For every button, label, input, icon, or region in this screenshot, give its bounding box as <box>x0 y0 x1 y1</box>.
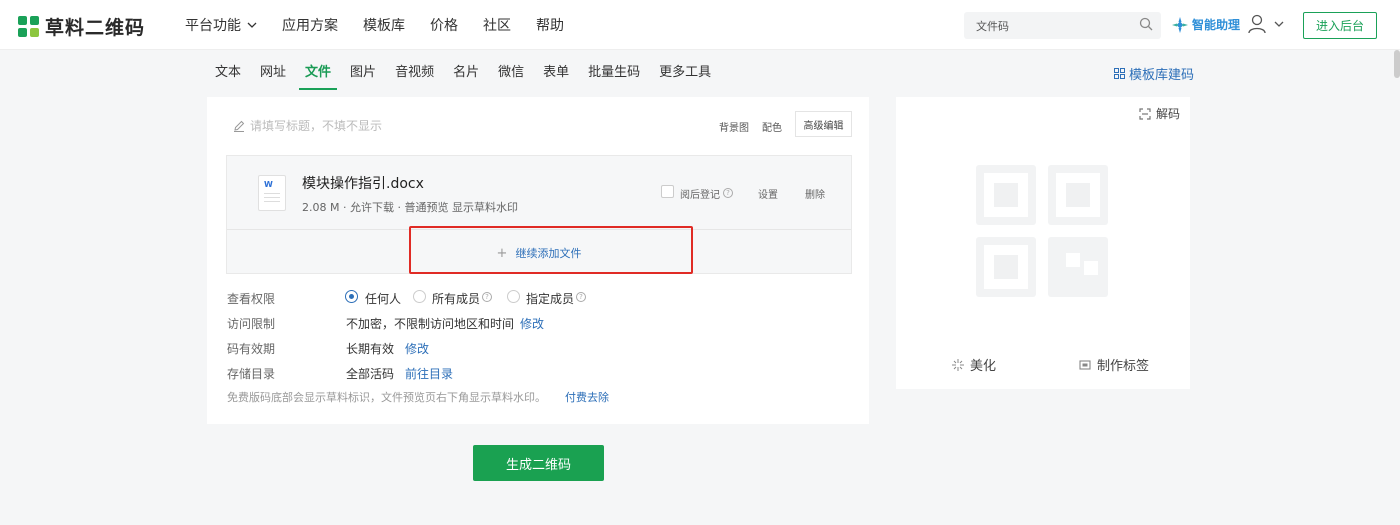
nav-item-platform[interactable]: 平台功能 <box>185 15 257 35</box>
file-item: W 模块操作指引.docx 2.08 M · 允许下载 · 普通预览 显示草料水… <box>227 156 851 230</box>
pay-remove-link[interactable]: 付费去除 <box>565 389 609 405</box>
add-file-button[interactable]: + 继续添加文件 <box>227 231 851 275</box>
access-limit-value: 不加密，不限制访问地区和时间 <box>346 317 515 331</box>
validity-edit-link[interactable]: 修改 <box>405 340 429 357</box>
scrollbar-thumb[interactable] <box>1394 50 1400 78</box>
nav-item-pricing[interactable]: 价格 <box>430 15 458 35</box>
code-type-tabs: 文本 网址 文件 图片 音视频 名片 微信 表单 批量生码 更多工具 <box>215 62 730 90</box>
permission-label: 查看权限 <box>227 292 276 306</box>
tab-url[interactable]: 网址 <box>260 62 286 90</box>
access-limit-label: 访问限制 <box>227 317 276 331</box>
validity-value: 长期有效 <box>346 342 395 356</box>
template-create-link[interactable]: 模板库建码 <box>1114 64 1194 83</box>
read-register-checkbox[interactable] <box>661 185 674 198</box>
logo[interactable]: 草料二维码 <box>18 13 145 40</box>
file-delete-button[interactable]: 删除 <box>805 186 825 201</box>
scan-icon <box>1139 107 1151 120</box>
tab-audio-video[interactable]: 音视频 <box>395 62 434 90</box>
radio-all-members[interactable] <box>413 290 426 303</box>
main-nav: 平台功能 应用方案 模板库 价格 社区 帮助 <box>185 0 589 50</box>
storage-goto-link[interactable]: 前往目录 <box>405 365 453 382</box>
search-icon[interactable] <box>1139 17 1153 31</box>
generate-qr-button[interactable]: 生成二维码 <box>473 445 604 481</box>
advanced-edit-button[interactable]: 高级编辑 <box>795 111 852 137</box>
enter-dashboard-button[interactable]: 进入后台 <box>1303 12 1377 39</box>
tab-text[interactable]: 文本 <box>215 62 241 90</box>
tab-wechat[interactable]: 微信 <box>498 62 524 90</box>
read-register-label: 阅后登记 <box>680 190 720 201</box>
beautify-button[interactable]: 美化 <box>952 355 996 374</box>
storage-value: 全部活码 <box>346 367 395 381</box>
plus-icon: + <box>496 245 508 261</box>
file-name: 模块操作指引.docx <box>302 176 424 192</box>
file-settings-button[interactable]: 设置 <box>758 186 778 201</box>
file-list: W 模块操作指引.docx 2.08 M · 允许下载 · 普通预览 显示草料水… <box>226 155 852 274</box>
title-placeholder: 请填写标题，不填不显示 <box>250 119 383 133</box>
word-document-icon: W <box>258 175 286 211</box>
user-icon <box>1248 14 1266 34</box>
tab-more-tools[interactable]: 更多工具 <box>659 62 711 90</box>
nav-item-solutions[interactable]: 应用方案 <box>282 15 338 35</box>
free-version-notice: 免费版码底部会显示草料标识，文件预览页右下角显示草料水印。 <box>227 391 546 404</box>
tab-business-card[interactable]: 名片 <box>453 62 479 90</box>
background-image-button[interactable]: 背景图 <box>719 119 749 134</box>
color-scheme-button[interactable]: 配色 <box>762 119 782 134</box>
radio-anyone-label: 任何人 <box>365 292 402 306</box>
pencil-icon <box>234 120 245 132</box>
nav-item-help[interactable]: 帮助 <box>536 15 564 35</box>
help-icon[interactable]: ? <box>723 188 733 198</box>
chevron-down-icon <box>1274 21 1284 27</box>
top-navbar: 草料二维码 平台功能 应用方案 模板库 价格 社区 帮助 智能助理 进入后台 <box>0 0 1400 50</box>
make-label-button[interactable]: 制作标签 <box>1079 355 1149 374</box>
user-menu[interactable] <box>1248 14 1284 34</box>
nav-item-community[interactable]: 社区 <box>483 15 511 35</box>
storage-label: 存储目录 <box>227 367 276 381</box>
assistant-icon <box>1172 16 1188 33</box>
search-input[interactable] <box>964 12 1161 39</box>
radio-specific-members[interactable] <box>507 290 520 303</box>
smart-assistant-button[interactable]: 智能助理 <box>1172 16 1240 33</box>
qr-code-placeholder <box>976 165 1108 297</box>
validity-label: 码有效期 <box>227 342 276 356</box>
help-icon[interactable]: ? <box>576 292 586 302</box>
nav-item-templates[interactable]: 模板库 <box>363 15 405 35</box>
title-input[interactable]: 请填写标题，不填不显示 <box>233 117 382 134</box>
tab-file[interactable]: 文件 <box>299 62 338 90</box>
chevron-down-icon <box>247 22 257 28</box>
tab-form[interactable]: 表单 <box>543 62 569 90</box>
label-icon <box>1079 359 1091 370</box>
radio-specific-members-label: 指定成员 <box>526 292 575 306</box>
editor-card: 请填写标题，不填不显示 背景图 配色 高级编辑 W 模块操作指引.docx 2.… <box>207 97 869 424</box>
assistant-label: 智能助理 <box>1192 18 1241 32</box>
brand-name: 草料二维码 <box>45 17 146 39</box>
access-limit-edit-link[interactable]: 修改 <box>520 315 544 332</box>
radio-anyone[interactable] <box>345 290 358 303</box>
decode-button[interactable]: 解码 <box>1139 105 1180 122</box>
radio-all-members-label: 所有成员 <box>432 292 481 306</box>
tab-batch[interactable]: 批量生码 <box>588 62 640 90</box>
file-meta: 2.08 M · 允许下载 · 普通预览 显示草料水印 <box>302 201 518 214</box>
help-icon[interactable]: ? <box>482 292 492 302</box>
logo-icon <box>18 15 40 38</box>
grid-icon <box>1114 68 1125 79</box>
sparkle-icon <box>952 358 964 371</box>
tab-image[interactable]: 图片 <box>350 62 376 90</box>
qr-preview-panel: 解码 美化 制作标签 <box>896 97 1190 389</box>
